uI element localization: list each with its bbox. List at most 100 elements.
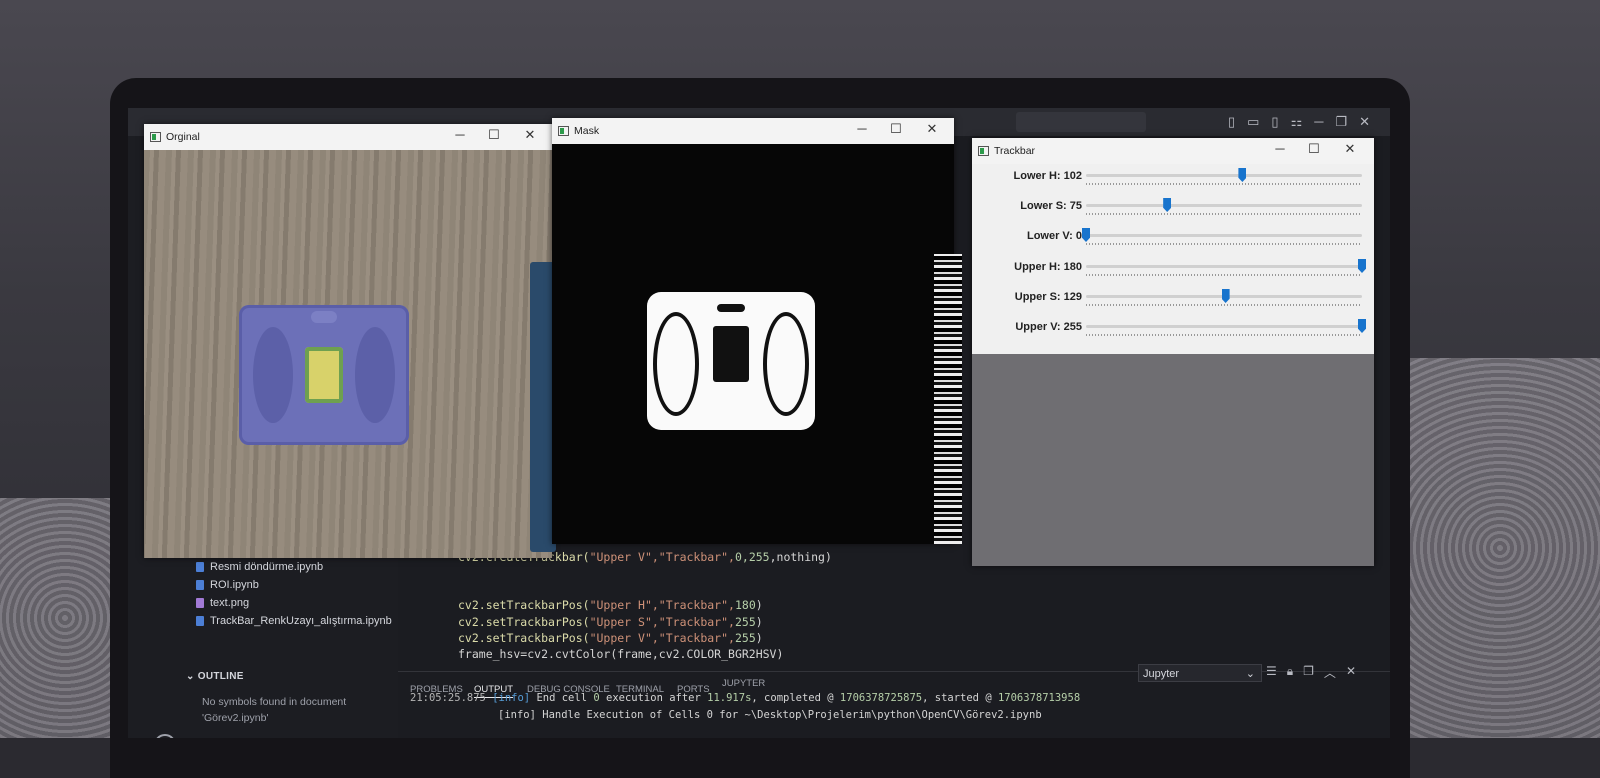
trackbar-thumb[interactable] xyxy=(1082,228,1090,242)
trackbar-row: Lower H: 102 xyxy=(972,166,1374,196)
mask-ring xyxy=(763,312,809,416)
notebook-icon xyxy=(196,580,204,590)
close-button[interactable]: ✕ xyxy=(516,127,544,143)
notebook-icon xyxy=(196,562,204,572)
output-log-line: [info] Handle Execution of Cells 0 for ~… xyxy=(498,709,1042,721)
tab-jupyter[interactable]: JUPYTER xyxy=(722,678,765,689)
trackbar-row: Lower S: 75 xyxy=(972,196,1374,226)
trackbar-ticks xyxy=(1086,213,1362,215)
trackbar-thumb[interactable] xyxy=(1358,259,1366,273)
window-titlebar[interactable]: Trackbar ─ ☐ ✕ xyxy=(972,138,1374,164)
layout-controls: ▯ ▭ ▯ ⚏ ─ ❐ ✕ xyxy=(1228,114,1370,130)
original-window[interactable]: Orginal ─ ☐ ✕ xyxy=(144,124,552,558)
trackbar-label: Upper V: 255 xyxy=(1015,321,1082,333)
trackbar-label: Lower S: 75 xyxy=(1020,200,1082,212)
trackbar-ticks xyxy=(1086,183,1362,185)
camera-frame xyxy=(144,150,552,558)
mask-frame xyxy=(552,144,954,544)
close-button[interactable]: ✕ xyxy=(918,121,946,137)
purple-container xyxy=(239,305,409,445)
code-line: frame_hsv=cv2.cvtColor(frame,cv2.COLOR_B… xyxy=(458,647,784,661)
mask-window[interactable]: Mask ─ ☐ ✕ xyxy=(552,118,954,544)
list-icon[interactable]: ☰ xyxy=(1266,664,1277,681)
file-item[interactable]: Resmi döndürme.ipynb xyxy=(196,561,323,573)
window-titlebar[interactable]: Orginal ─ ☐ ✕ xyxy=(144,124,552,150)
minimize-button[interactable]: ─ xyxy=(446,127,474,142)
toggle-sidebar-icon[interactable]: ▯ xyxy=(1228,114,1235,130)
trackbar-label: Upper S: 129 xyxy=(1014,291,1082,303)
trackbar-panel: Lower H: 102 Lower S: 75 Lower V: 0 Upper H… xyxy=(972,164,1374,354)
window-title: Mask xyxy=(574,125,600,137)
chevron-up-icon[interactable]: ︿ xyxy=(1324,664,1336,681)
customize-layout-icon[interactable]: ⚏ xyxy=(1291,114,1303,130)
app-icon xyxy=(558,126,569,136)
container-pod xyxy=(253,327,293,423)
toggle-panel-icon[interactable]: ▭ xyxy=(1247,114,1259,130)
image-file-icon xyxy=(196,598,204,608)
trackbar-slider[interactable] xyxy=(1086,265,1362,268)
mask-blob xyxy=(647,292,815,430)
trackbar-thumb[interactable] xyxy=(1221,289,1230,303)
minimize-button[interactable]: ─ xyxy=(1266,141,1294,156)
trackbar-ticks xyxy=(1086,274,1362,276)
mask-noise xyxy=(934,254,962,544)
container-label xyxy=(305,347,343,403)
toggle-secondary-icon[interactable]: ▯ xyxy=(1271,114,1278,130)
output-log-line: 21:05:25.875 [info] End cell 0 execution… xyxy=(410,692,1081,704)
trackbar-ticks xyxy=(1086,334,1362,336)
trackbar-label: Lower V: 0 xyxy=(1026,230,1082,242)
file-item[interactable]: ROI.ipynb xyxy=(196,579,259,591)
trackbar-row: Lower V: 0 xyxy=(972,226,1374,256)
panel-actions: ☰ 🔒︎ ❐ ︿ ✕ xyxy=(1266,664,1356,681)
trackbar-thumb[interactable] xyxy=(1358,319,1366,333)
window-close-icon[interactable]: ✕ xyxy=(1359,114,1370,130)
lace-cloth xyxy=(1400,358,1600,738)
app-icon xyxy=(150,132,161,142)
minimize-button[interactable]: ─ xyxy=(848,121,876,136)
maximize-button[interactable]: ☐ xyxy=(480,127,508,143)
window-titlebar[interactable]: Mask ─ ☐ ✕ xyxy=(552,118,954,144)
vscode-search-box[interactable] xyxy=(1016,112,1146,132)
mask-core xyxy=(713,326,749,382)
maximize-button[interactable]: ☐ xyxy=(1300,141,1328,157)
mask-ring xyxy=(653,312,699,416)
maximize-button[interactable]: ☐ xyxy=(882,121,910,137)
window-restore-icon[interactable]: ❐ xyxy=(1335,114,1347,130)
trackbar-slider[interactable] xyxy=(1086,234,1362,237)
account-icon[interactable] xyxy=(154,734,176,738)
outline-heading[interactable]: ⌄ OUTLINE xyxy=(186,671,244,682)
trackbar-window[interactable]: Trackbar ─ ☐ ✕ Lower H: 102 Lower S: 75 Lo… xyxy=(972,138,1374,566)
window-minimize-icon[interactable]: ─ xyxy=(1314,114,1323,130)
copy-icon[interactable]: ❐ xyxy=(1303,664,1314,681)
file-item[interactable]: text.png xyxy=(196,597,249,609)
container-knob xyxy=(311,311,337,323)
window-title: Orginal xyxy=(166,131,200,143)
trackbar-ticks xyxy=(1086,304,1362,306)
outline-message: No symbols found in document 'Görev2.ipy… xyxy=(202,696,347,724)
trackbar-slider[interactable] xyxy=(1086,204,1362,207)
trackbar-label: Upper H: 180 xyxy=(1014,261,1082,273)
file-item[interactable]: TrackBar_RenkUzayı_alıştırma.ipynb xyxy=(196,615,392,627)
window-title: Trackbar xyxy=(994,145,1036,157)
trackbar-ticks xyxy=(1086,243,1362,245)
trackbar-thumb[interactable] xyxy=(1238,168,1247,182)
trackbar-row: Upper V: 255 xyxy=(972,317,1374,347)
close-button[interactable]: ✕ xyxy=(1336,141,1364,157)
trackbar-thumb[interactable] xyxy=(1163,198,1172,212)
chevron-down-icon: ⌄ xyxy=(1245,668,1255,680)
trackbar-empty-area xyxy=(972,354,1374,566)
mask-hole xyxy=(717,304,745,312)
output-channel-select[interactable]: Jupyter ⌄ xyxy=(1138,664,1262,682)
container-pod xyxy=(355,327,395,423)
trackbar-label: Lower H: 102 xyxy=(1013,170,1082,182)
trackbar-row: Upper S: 129 xyxy=(972,287,1374,317)
app-icon xyxy=(978,146,989,156)
trackbar-slider[interactable] xyxy=(1086,174,1362,177)
lock-icon[interactable]: 🔒︎ xyxy=(1287,664,1293,681)
trackbar-row: Upper H: 180 xyxy=(972,257,1374,287)
code-line: cv2.setTrackbarPos("Upper V","Trackbar",… xyxy=(458,631,763,645)
close-icon[interactable]: ✕ xyxy=(1346,664,1356,681)
code-line: cv2.setTrackbarPos("Upper S","Trackbar",… xyxy=(458,615,763,629)
notebook-icon xyxy=(196,616,204,626)
trackbar-slider[interactable] xyxy=(1086,325,1362,328)
